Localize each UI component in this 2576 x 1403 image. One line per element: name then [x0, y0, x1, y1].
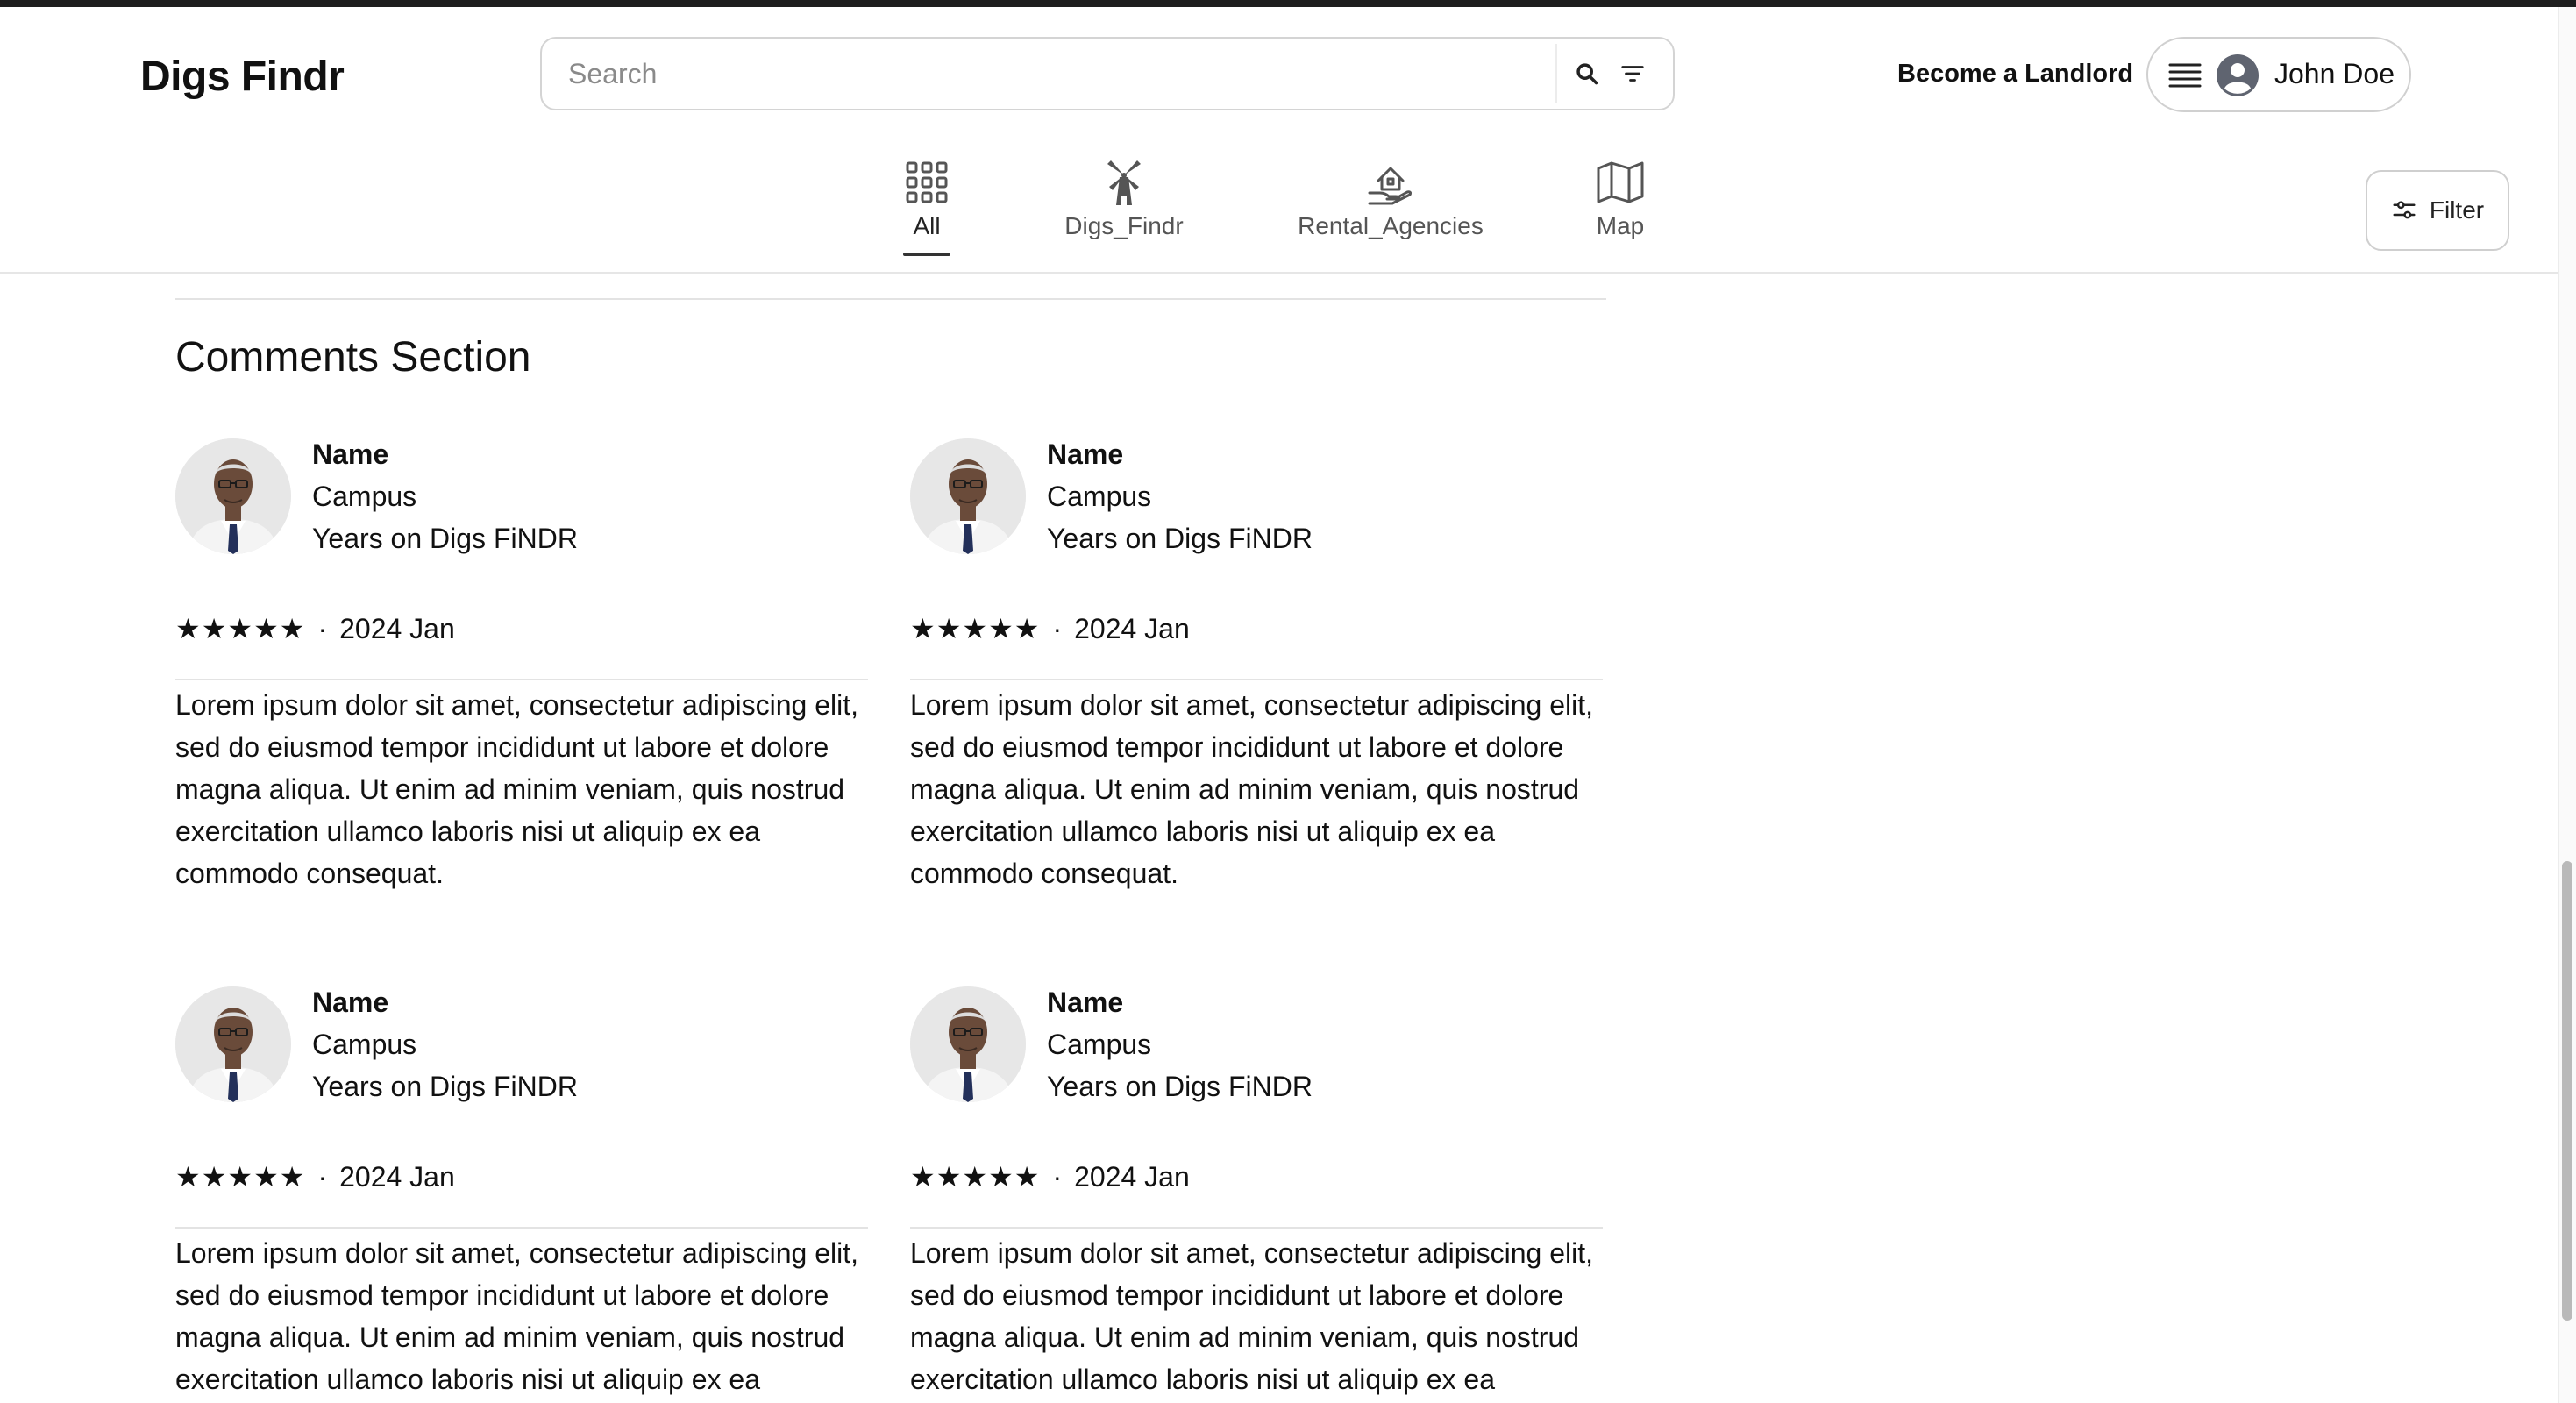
person-photo-icon — [175, 438, 291, 554]
filter-lines-icon — [1621, 66, 1644, 82]
search-input[interactable] — [545, 42, 1562, 105]
separator-dot: · — [317, 613, 328, 645]
commenter-avatar — [910, 438, 1026, 554]
separator-dot: · — [1052, 1161, 1063, 1193]
commenter-avatar — [910, 986, 1026, 1102]
search-button[interactable] — [1568, 54, 1606, 93]
tab-label: All — [913, 212, 941, 239]
comment-text: Lorem ipsum dolor sit amet, consectetur … — [175, 689, 859, 889]
card-divider — [910, 1227, 1603, 1229]
star-rating: ★★★★★ — [910, 1161, 1041, 1193]
separator-dot: · — [1052, 613, 1063, 645]
hamburger-menu-icon — [2168, 63, 2202, 88]
review-date: 2024 Jan — [1074, 1161, 1190, 1193]
tab-digs-findr[interactable]: Digs_Findr — [1063, 156, 1185, 263]
commenter-name: Name — [1047, 438, 1124, 470]
filter-button-label: Filter — [2429, 196, 2485, 224]
windmill-icon — [1107, 160, 1141, 205]
user-menu-button[interactable]: John Doe — [2146, 37, 2411, 112]
search-icon — [1576, 63, 1598, 85]
tab-label: Rental_Agencies — [1298, 212, 1484, 239]
separator-dot: · — [317, 1161, 328, 1193]
review-date: 2024 Jan — [339, 613, 455, 645]
tab-label: Map — [1596, 212, 1645, 239]
commenter-campus: Campus — [312, 481, 417, 512]
card-divider — [175, 1227, 868, 1229]
person-photo-icon — [910, 986, 1026, 1102]
person-photo-icon — [175, 986, 291, 1102]
comments-section: Comments Section Name Campus Years on Di… — [0, 274, 2558, 1403]
commenter-avatar — [175, 986, 291, 1102]
map-icon — [1597, 161, 1644, 203]
commenter-campus: Campus — [1047, 481, 1152, 512]
star-rating: ★★★★★ — [175, 1161, 306, 1193]
site-header: Digs Findr Become a Landlord John Doe Al… — [0, 7, 2558, 274]
rating-row: ★★★★★ · 2024 Jan — [910, 612, 1190, 645]
rating-row: ★★★★★ · 2024 Jan — [910, 1160, 1190, 1193]
commenter-years: Years on Digs FiNDR — [1047, 1071, 1313, 1102]
card-divider — [910, 679, 1603, 680]
window-top-strip — [0, 0, 2576, 7]
sliders-icon — [2393, 201, 2416, 219]
review-date: 2024 Jan — [1074, 613, 1190, 645]
grid-icon — [906, 161, 948, 203]
star-rating: ★★★★★ — [175, 613, 306, 645]
become-landlord-link[interactable]: Become a Landlord — [1897, 60, 2133, 89]
tab-rental-agencies[interactable]: Rental_Agencies — [1296, 156, 1485, 263]
commenter-campus: Campus — [312, 1029, 417, 1060]
review-date: 2024 Jan — [339, 1161, 455, 1193]
commenter-name: Name — [312, 438, 389, 470]
commenter-name: Name — [312, 986, 389, 1018]
comment-text: Lorem ipsum dolor sit amet, consectetur … — [910, 1237, 1594, 1395]
rating-row: ★★★★★ · 2024 Jan — [175, 1160, 455, 1193]
commenter-years: Years on Digs FiNDR — [1047, 523, 1313, 554]
section-title: Comments Section — [175, 334, 531, 381]
search-bar — [540, 37, 1675, 110]
user-avatar-icon — [2217, 54, 2259, 96]
tab-all[interactable]: All — [903, 156, 950, 263]
user-name: John Doe — [2274, 58, 2395, 89]
rating-row: ★★★★★ · 2024 Jan — [175, 612, 455, 645]
comment-text: Lorem ipsum dolor sit amet, consectetur … — [175, 1237, 859, 1395]
commenter-avatar — [175, 438, 291, 554]
card-divider — [175, 679, 868, 680]
commenter-years: Years on Digs FiNDR — [312, 523, 578, 554]
scrollbar-thumb[interactable] — [2562, 861, 2572, 1321]
section-divider — [175, 298, 1606, 300]
search-divider — [1555, 44, 1557, 103]
comment-text: Lorem ipsum dolor sit amet, consectetur … — [910, 689, 1594, 889]
commenter-years: Years on Digs FiNDR — [312, 1071, 578, 1102]
search-filter-button[interactable] — [1613, 54, 1652, 93]
star-rating: ★★★★★ — [910, 613, 1041, 645]
tab-label: Digs_Findr — [1064, 212, 1184, 239]
app-logo[interactable]: Digs Findr — [140, 53, 345, 101]
house-hand-icon — [1368, 167, 1413, 205]
commenter-name: Name — [1047, 986, 1124, 1018]
commenter-campus: Campus — [1047, 1029, 1152, 1060]
person-photo-icon — [910, 438, 1026, 554]
tab-map[interactable]: Map — [1594, 156, 1647, 263]
filter-button[interactable]: Filter — [2366, 170, 2509, 251]
